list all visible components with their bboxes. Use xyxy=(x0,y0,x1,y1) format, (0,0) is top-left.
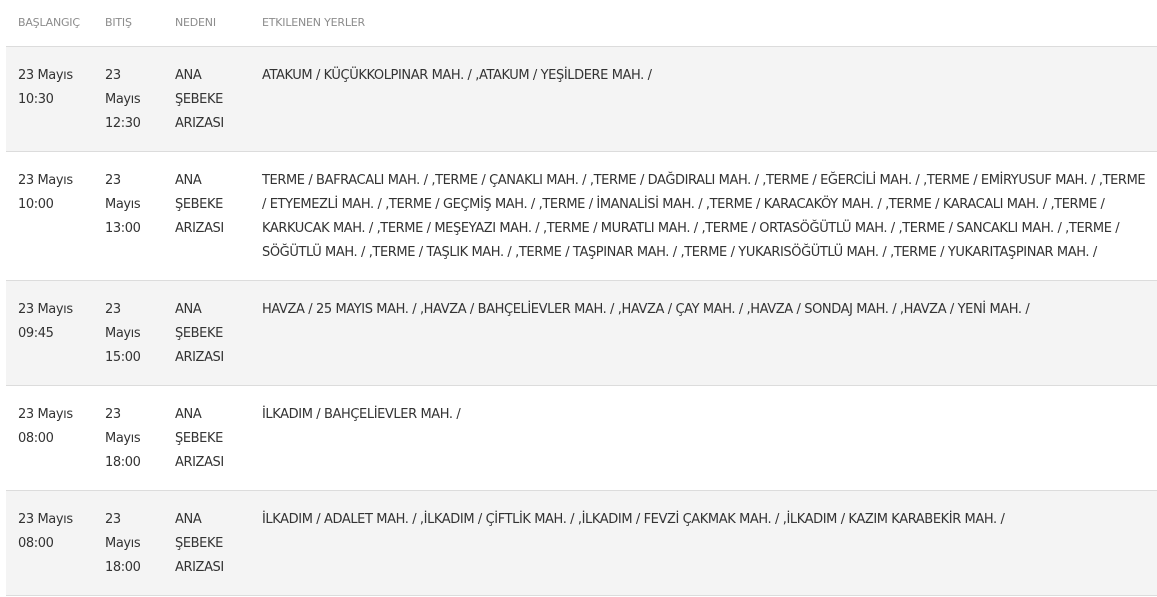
cell-start: 23 Mayıs 10:00 xyxy=(6,151,93,281)
header-start: BAŞLANGIÇ xyxy=(6,0,93,47)
header-reason: NEDENI xyxy=(163,0,250,47)
cell-end: 23 Mayıs 15:00 xyxy=(93,280,163,386)
cell-start: 23 Mayıs 08:00 xyxy=(6,490,93,596)
table-row: 23 Mayıs 09:45 23 Mayıs 15:00 ANA ŞEBEKE… xyxy=(6,280,1157,386)
cell-affected-places: İLKADIM / BAHÇELİEVLER MAH. / xyxy=(250,385,1157,491)
cell-reason: ANA ŞEBEKE ARIZASI xyxy=(163,490,250,596)
cell-affected-places: İLKADIM / ADALET MAH. / ,İLKADIM / ÇİFTL… xyxy=(250,490,1157,596)
cell-end: 23 Mayıs 18:00 xyxy=(93,490,163,596)
cell-end: 23 Mayıs 18:00 xyxy=(93,385,163,491)
cell-start: 23 Mayıs 10:30 xyxy=(6,46,93,152)
cell-reason: ANA ŞEBEKE ARIZASI xyxy=(163,280,250,386)
cell-end: 23 Mayıs 13:00 xyxy=(93,151,163,281)
cell-reason: ANA ŞEBEKE ARIZASI xyxy=(163,46,250,152)
header-affected-places: ETKILENEN YERLER xyxy=(250,0,1157,47)
cell-reason: ANA ŞEBEKE ARIZASI xyxy=(163,151,250,281)
table-row: 23 Mayıs 08:00 23 Mayıs 18:00 ANA ŞEBEKE… xyxy=(6,385,1157,491)
header-end: BITIŞ xyxy=(93,0,163,47)
table-row: 23 Mayıs 08:00 23 Mayıs 18:00 ANA ŞEBEKE… xyxy=(6,490,1157,596)
cell-affected-places: ATAKUM / KÜÇÜKKOLPINAR MAH. / ,ATAKUM / … xyxy=(250,46,1157,152)
cell-affected-places: TERME / BAFRACALI MAH. / ,TERME / ÇANAKL… xyxy=(250,151,1157,281)
cell-start: 23 Mayıs 08:00 xyxy=(6,385,93,491)
cell-start: 23 Mayıs 09:45 xyxy=(6,280,93,386)
outage-table: BAŞLANGIÇ BITIŞ NEDENI ETKILENEN YERLER … xyxy=(6,0,1157,596)
table-body: 23 Mayıs 10:30 23 Mayıs 12:30 ANA ŞEBEKE… xyxy=(6,46,1157,596)
table-row: 23 Mayıs 10:30 23 Mayıs 12:30 ANA ŞEBEKE… xyxy=(6,46,1157,152)
table-row: 23 Mayıs 10:00 23 Mayıs 13:00 ANA ŞEBEKE… xyxy=(6,151,1157,281)
cell-end: 23 Mayıs 12:30 xyxy=(93,46,163,152)
header-row: BAŞLANGIÇ BITIŞ NEDENI ETKILENEN YERLER xyxy=(6,0,1157,47)
cell-reason: ANA ŞEBEKE ARIZASI xyxy=(163,385,250,491)
cell-affected-places: HAVZA / 25 MAYIS MAH. / ,HAVZA / BAHÇELİ… xyxy=(250,280,1157,386)
table-header: BAŞLANGIÇ BITIŞ NEDENI ETKILENEN YERLER xyxy=(6,0,1157,47)
